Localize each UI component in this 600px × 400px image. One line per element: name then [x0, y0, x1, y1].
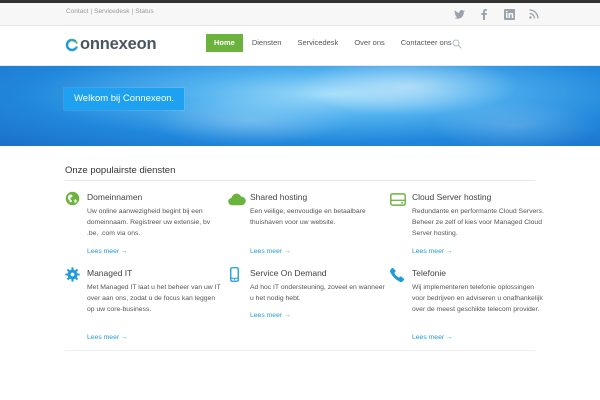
service-managed-it: Managed IT Met Managed IT laat u het beh…	[65, 267, 221, 348]
service-description: Uw online aanwezigheid begint bij een do…	[87, 208, 211, 237]
gear-icon	[65, 267, 80, 282]
service-title[interactable]: Shared hosting	[250, 192, 307, 202]
read-more-link[interactable]: Lees meer →	[412, 334, 453, 341]
servicedesk-link[interactable]: Servicedesk	[94, 8, 129, 15]
service-cloud-server-hosting: Cloud Server hosting Redundante en perfo…	[390, 192, 544, 262]
site-logo[interactable]: onnexeon	[65, 35, 157, 54]
facebook-icon[interactable]	[478, 8, 490, 20]
hero-banner: Welkom bij Connexeon.	[0, 66, 600, 146]
service-title[interactable]: Telefonie	[412, 268, 446, 278]
service-shared-hosting: Shared hosting Een veilige, eenvoudige e…	[228, 192, 378, 262]
search-icon[interactable]	[452, 39, 462, 49]
service-on-demand: Service On Demand Ad hoc IT ondersteunin…	[228, 267, 385, 348]
top-links: Contact | Servicedesk | Status	[66, 8, 154, 15]
service-telefonie: Telefonie Wij implementeren telefonie op…	[390, 267, 543, 348]
service-domeinnamen: Domeinnamen Uw online aanwezigheid begin…	[65, 191, 215, 262]
link-separator: |	[131, 8, 134, 15]
nav-item-diensten[interactable]: Diensten	[245, 34, 289, 52]
main-nav: Home Diensten Servicedesk Over ons Conta…	[206, 34, 461, 52]
welcome-banner: Welkom bij Connexeon.	[64, 88, 185, 110]
nav-item-over-ons[interactable]: Over ons	[347, 34, 391, 52]
service-description: Redundante en performante Cloud Servers.…	[412, 208, 544, 237]
nav-item-home[interactable]: Home	[206, 34, 243, 52]
social-links	[453, 8, 540, 20]
services-heading: Onze populairste diensten	[65, 165, 176, 176]
nav-item-contacteer-ons[interactable]: Contacteer ons	[394, 34, 459, 52]
link-separator: |	[90, 8, 93, 15]
logo-c-icon	[65, 38, 79, 51]
linkedin-icon[interactable]	[503, 8, 515, 20]
rss-icon[interactable]	[528, 8, 540, 20]
service-description: Een veilige, eenvoudige en betaalbare th…	[250, 208, 366, 226]
service-title[interactable]: Service On Demand	[250, 268, 327, 278]
read-more-link[interactable]: Lees meer →	[250, 248, 291, 255]
phone-icon	[390, 267, 405, 282]
cloud-icon	[228, 193, 246, 206]
logo-text: onnexeon	[80, 35, 157, 53]
hero-cloud	[430, 101, 600, 146]
service-title[interactable]: Managed IT	[87, 268, 132, 278]
site-header: onnexeon Home Diensten Servicedesk Over …	[0, 26, 600, 66]
read-more-link[interactable]: Lees meer →	[87, 334, 128, 341]
mobile-icon	[230, 267, 239, 282]
footer-divider	[65, 350, 535, 351]
twitter-icon[interactable]	[453, 8, 465, 20]
contact-link[interactable]: Contact	[66, 8, 88, 15]
service-description: Ad hoc IT ondersteuning, zoveel en wanne…	[250, 284, 385, 302]
service-title[interactable]: Domeinnamen	[87, 192, 142, 202]
read-more-link[interactable]: Lees meer →	[412, 248, 453, 255]
server-icon	[390, 193, 406, 206]
read-more-link[interactable]: Lees meer →	[250, 312, 291, 319]
service-description: Met Managed IT laat u het beheer van uw …	[87, 284, 221, 313]
read-more-link[interactable]: Lees meer →	[87, 248, 128, 255]
status-link[interactable]: Status	[135, 8, 153, 15]
service-title[interactable]: Cloud Server hosting	[412, 192, 491, 202]
top-utility-bar: Contact | Servicedesk | Status	[0, 0, 600, 26]
nav-item-servicedesk[interactable]: Servicedesk	[290, 34, 345, 52]
globe-icon	[65, 191, 80, 206]
section-divider	[65, 180, 535, 181]
service-description: Wij implementeren telefonie oplossingen …	[412, 284, 543, 313]
